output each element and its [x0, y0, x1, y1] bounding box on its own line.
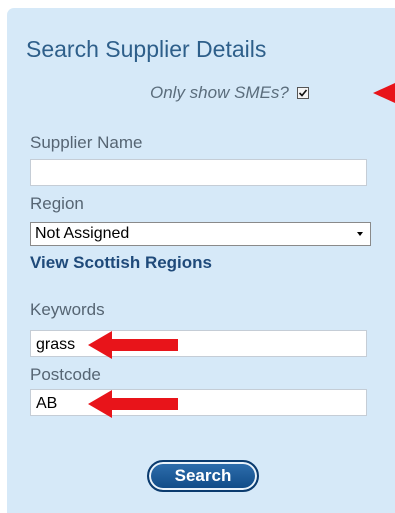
checkmark-icon [298, 89, 308, 97]
sme-checkbox[interactable] [296, 87, 309, 99]
postcode-label: Postcode [30, 365, 101, 384]
region-label: Region [30, 194, 84, 213]
red-arrow-icon [373, 83, 395, 103]
region-selected-value: Not Assigned [35, 225, 130, 242]
postcode-input[interactable] [30, 389, 367, 416]
region-select[interactable]: Not Assigned [30, 222, 371, 246]
view-scottish-regions-link[interactable]: View Scottish Regions [30, 253, 212, 273]
keywords-label: Keywords [30, 300, 105, 319]
red-arrow-icon [88, 390, 178, 418]
panel-title: Search Supplier Details [26, 36, 267, 62]
supplier-name-input[interactable] [30, 159, 367, 186]
sme-filter-label: Only show SMEs? [150, 83, 289, 102]
chevron-down-icon [357, 232, 363, 236]
red-arrow-icon [88, 331, 178, 359]
search-button[interactable]: Search [147, 460, 259, 492]
keywords-input[interactable] [30, 330, 367, 357]
search-button-label: Search [174, 466, 232, 485]
sme-filter-row: Only show SMEs? [150, 81, 309, 105]
supplier-name-label: Supplier Name [30, 133, 143, 152]
